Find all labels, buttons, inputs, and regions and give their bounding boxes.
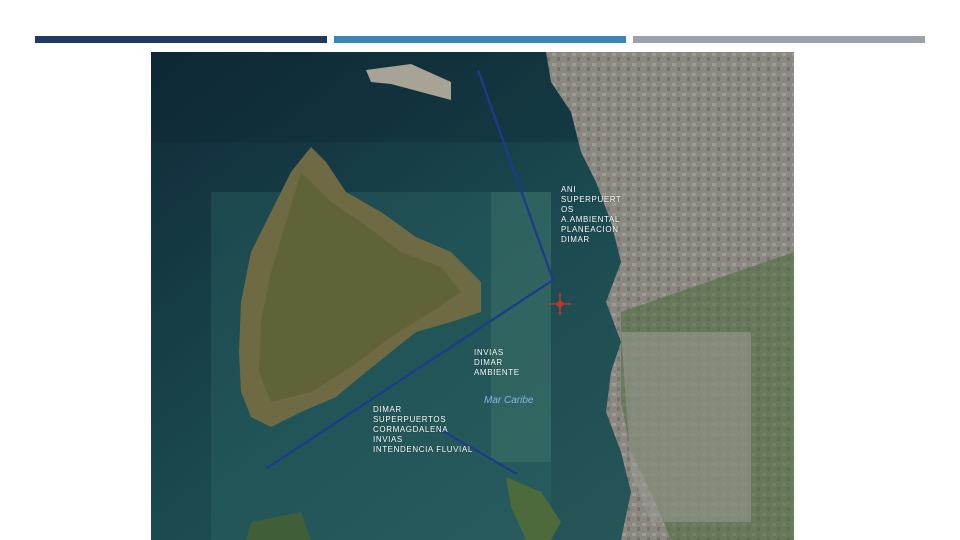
satellite-map: ANI SUPERPUERT OS A.AMBIENTAL PLANEACION…	[151, 52, 794, 540]
header-bar-left	[35, 36, 327, 43]
central-bay-label: INVIAS DIMAR AMBIENTE	[474, 348, 520, 377]
map-imagery	[151, 52, 794, 540]
sea-name-label: Mar Caribe	[484, 395, 534, 406]
north-channel-label: ANI SUPERPUERT OS A.AMBIENTAL PLANEACION…	[561, 185, 622, 244]
south-channel-label: DIMAR SUPERPUERTOS CORMAGDALENA INVIAS I…	[373, 405, 473, 454]
industrial-zone	[621, 332, 751, 522]
header-bar-middle	[334, 36, 626, 43]
imagery-tile	[491, 192, 551, 462]
header-bar-right	[633, 36, 925, 43]
